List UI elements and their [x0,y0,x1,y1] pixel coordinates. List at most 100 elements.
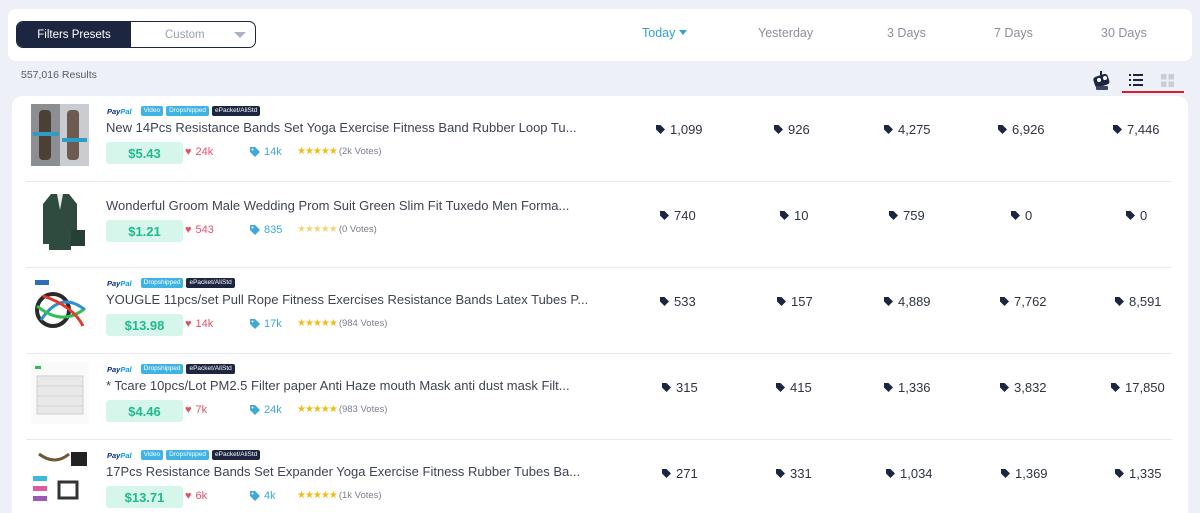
product-thumbnail[interactable] [31,276,89,338]
product-thumbnail[interactable] [31,448,89,510]
grid-view-icon[interactable] [1161,74,1174,87]
product-thumbnail[interactable] [31,362,89,424]
table-row[interactable]: PayPal Dropshipped ePacket/AliStd YOUGLE… [26,268,1172,354]
votes-text: (2k Votes) [338,146,382,157]
period-yesterday[interactable]: Yesterday [758,26,813,40]
tag-icon [1126,211,1135,220]
stat-today: 740 [660,208,696,223]
tag-icon [889,211,898,220]
caret-down-icon [679,30,688,35]
paypal-badge: PayPal [107,279,132,288]
table-row[interactable]: PayPal Video Dropshipped ePacket/AliStd … [26,96,1172,182]
product-badges: PayPal Video Dropshipped ePacket/AliStd [107,450,261,460]
orders-count: 14k [250,146,282,158]
product-price: $4.46 [106,400,183,422]
orders-value: 14k [264,146,282,158]
tag-icon [250,319,260,329]
rating: ★★★★★ (2k Votes) [297,146,382,157]
product-thumbnail[interactable] [31,190,89,252]
stat-30-days: 7,446 [1113,122,1160,137]
product-title[interactable]: YOUGLE 11pcs/set Pull Rope Fitness Exerc… [106,292,596,307]
stat-value: 4,889 [898,294,931,309]
tag-icon [250,491,260,501]
stat-3-days: 759 [889,208,925,223]
stat-7-days: 6,926 [998,122,1045,137]
product-badges: PayPal Dropshipped ePacket/AliStd [107,278,235,288]
orders-value: 17k [264,318,282,330]
period-7-days[interactable]: 7 Days [994,26,1033,40]
products-table: PayPal Video Dropshipped ePacket/AliStd … [12,96,1188,513]
stat-7-days: 3,832 [1000,380,1047,395]
chevron-down-icon [234,32,246,38]
paypal-text-pay: Pay [107,364,121,374]
product-title[interactable]: New 14Pcs Resistance Bands Set Yoga Exer… [106,120,596,135]
stat-value: 10 [794,208,809,223]
orders-value: 24k [264,404,282,416]
custom-preset-label: Custom [165,28,205,41]
paypal-text-pal: Pal [120,450,132,460]
stat-value: 0 [1140,208,1148,223]
paypal-badge: PayPal [107,365,132,374]
stars-icon: ★★★★★ [297,490,338,501]
tag-icon [656,125,665,134]
product-thumbnail[interactable] [31,104,89,166]
view-switcher [1088,69,1188,95]
likes-value: 14k [195,318,214,330]
likes-count: ♥ 14k [185,318,213,330]
stat-value: 8,591 [1129,294,1162,309]
stat-3-days: 1,336 [884,380,931,395]
tag-icon [777,297,786,306]
custom-preset-dropdown[interactable]: Custom [131,22,255,47]
table-row[interactable]: Wonderful Groom Male Wedding Prom Suit G… [26,182,1172,268]
likes-value: 24k [195,146,214,158]
heart-icon: ♥ [185,224,192,236]
period-3-days[interactable]: 3 Days [887,26,926,40]
robot-icon[interactable] [1090,70,1114,92]
tag-icon [780,211,789,220]
period-today[interactable]: Today [642,26,688,40]
stat-today: 533 [660,294,696,309]
rating: ★★★★★ (984 Votes) [297,318,387,329]
stat-yesterday: 10 [780,208,808,223]
paypal-badge: PayPal [107,107,132,116]
product-price: $1.21 [106,220,183,242]
stat-3-days: 4,275 [884,122,931,137]
tag-icon [776,383,785,392]
list-view-icon[interactable] [1129,74,1143,86]
paypal-badge: PayPal [107,451,132,460]
epacket-badge: ePacket/AliStd [212,106,261,116]
table-row[interactable]: PayPal Video Dropshipped ePacket/AliStd … [26,440,1172,513]
stat-30-days: 0 [1126,208,1147,223]
tag-icon [776,469,785,478]
stat-today: 271 [662,466,698,481]
product-title[interactable]: Wonderful Groom Male Wedding Prom Suit G… [106,198,596,213]
likes-count: ♥ 6k [185,490,207,502]
stat-value: 1,034 [900,466,933,481]
tag-icon [884,383,893,392]
dropshipped-badge: Dropshipped [140,364,184,374]
tag-icon [1000,297,1009,306]
period-30-days[interactable]: 30 Days [1101,26,1147,40]
epacket-badge: ePacket/AliStd [186,364,235,374]
tag-icon [1111,383,1120,392]
table-row[interactable]: PayPal Dropshipped ePacket/AliStd * Tcar… [26,354,1172,440]
filters-presets-button[interactable]: Filters Presets [17,22,131,47]
stat-30-days: 1,335 [1115,466,1162,481]
tag-icon [250,225,260,235]
stat-value: 759 [903,208,925,223]
stat-3-days: 4,889 [884,294,931,309]
stat-today: 315 [662,380,698,395]
stat-value: 926 [788,122,810,137]
product-title[interactable]: 17Pcs Resistance Bands Set Expander Yoga… [106,464,596,479]
likes-value: 6k [195,490,208,502]
likes-value: 543 [195,224,214,236]
stat-value: 740 [674,208,696,223]
tag-icon [660,297,669,306]
dropshipped-badge: Dropshipped [166,106,209,116]
tag-icon [1115,297,1124,306]
tag-icon [774,125,783,134]
product-title[interactable]: * Tcare 10pcs/Lot PM2.5 Filter paper Ant… [106,378,596,393]
stat-value: 157 [791,294,813,309]
epacket-badge: ePacket/AliStd [186,278,235,288]
stat-30-days: 17,850 [1111,380,1165,395]
